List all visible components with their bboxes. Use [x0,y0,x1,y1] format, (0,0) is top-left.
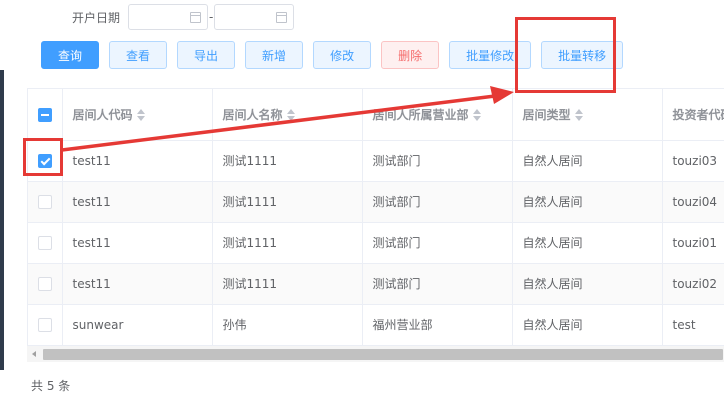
cell-code: test11 [62,140,213,182]
column-header-investor[interactable]: 投资者代码 [662,89,724,141]
table-row[interactable]: test11 测试1111 测试部门 自然人居间 touzi02 [28,263,724,305]
scrollbar-thumb[interactable] [43,349,723,360]
horizontal-scrollbar[interactable] [27,345,724,362]
cell-name: 测试1111 [212,181,363,223]
cell-name: 测试1111 [212,140,363,182]
cell-branch: 测试部门 [362,181,513,223]
cell-investor: touzi03 [662,140,724,182]
cell-type: 自然人居间 [512,263,663,305]
delete-button[interactable]: 删除 [381,41,440,69]
cell-type: 自然人居间 [512,140,663,182]
cell-code: test11 [62,222,213,264]
column-header-branch[interactable]: 居间人所属营业部 [362,89,513,141]
export-button[interactable]: 导出 [177,41,236,69]
cell-code: sunwear [62,304,213,346]
header-select-all[interactable] [28,89,63,141]
broker-table: 居间人代码 居间人名称 居间人所属营业部 居间类型 投资者代码 test11 测… [27,88,724,362]
table-row[interactable]: sunwear 孙伟 福州营业部 自然人居间 test [28,304,724,346]
calendar-icon [190,12,202,23]
edit-button[interactable]: 修改 [313,41,372,69]
sidebar-edge [0,0,4,408]
cell-code: test11 [62,263,213,305]
cell-branch: 测试部门 [362,263,513,305]
view-button[interactable]: 查看 [109,41,168,69]
column-header-type[interactable]: 居间类型 [512,89,663,141]
table-row[interactable]: test11 测试1111 测试部门 自然人居间 touzi04 [28,181,724,223]
sort-icon[interactable] [472,108,481,122]
cell-name: 孙伟 [212,304,363,346]
table-header-row: 居间人代码 居间人名称 居间人所属营业部 居间类型 投资者代码 [28,89,724,141]
end-date-input[interactable] [214,4,295,30]
select-all-checkbox[interactable] [38,107,52,122]
cell-code: test11 [62,181,213,223]
scroll-left-icon[interactable] [32,351,36,357]
table-row[interactable]: test11 测试1111 测试部门 自然人居间 touzi03 [28,140,724,182]
cell-type: 自然人居间 [512,181,663,223]
cell-type: 自然人居间 [512,222,663,264]
annotation-highlight-checkbox [23,138,63,176]
sort-icon[interactable] [574,108,583,122]
column-header-name[interactable]: 居间人名称 [212,89,363,141]
open-date-filter: 开户日期 - [72,4,295,30]
cell-name: 测试1111 [212,263,363,305]
cell-type: 自然人居间 [512,304,663,346]
cell-investor: test [662,304,724,346]
cell-name: 测试1111 [212,222,363,264]
cell-investor: touzi02 [662,263,724,305]
open-date-label: 开户日期 [72,10,121,25]
row-checkbox[interactable] [38,235,52,250]
calendar-icon [276,12,288,23]
start-date-input[interactable] [128,4,209,30]
column-header-code[interactable]: 居间人代码 [62,89,213,141]
sort-icon[interactable] [136,108,145,122]
cell-investor: touzi01 [662,222,724,264]
date-separator: - [209,10,214,24]
row-checkbox[interactable] [38,194,52,209]
sort-icon[interactable] [286,108,295,122]
pagination-total: 共 5 条 [31,379,71,393]
cell-branch: 福州营业部 [362,304,513,346]
row-checkbox[interactable] [38,276,52,291]
query-button[interactable]: 查询 [41,41,100,69]
add-button[interactable]: 新增 [245,41,304,69]
cell-investor: touzi04 [662,181,724,223]
cell-branch: 测试部门 [362,222,513,264]
table-row[interactable]: test11 测试1111 测试部门 自然人居间 touzi01 [28,222,724,264]
row-checkbox[interactable] [38,317,52,332]
cell-branch: 测试部门 [362,140,513,182]
annotation-highlight-button [515,17,616,93]
